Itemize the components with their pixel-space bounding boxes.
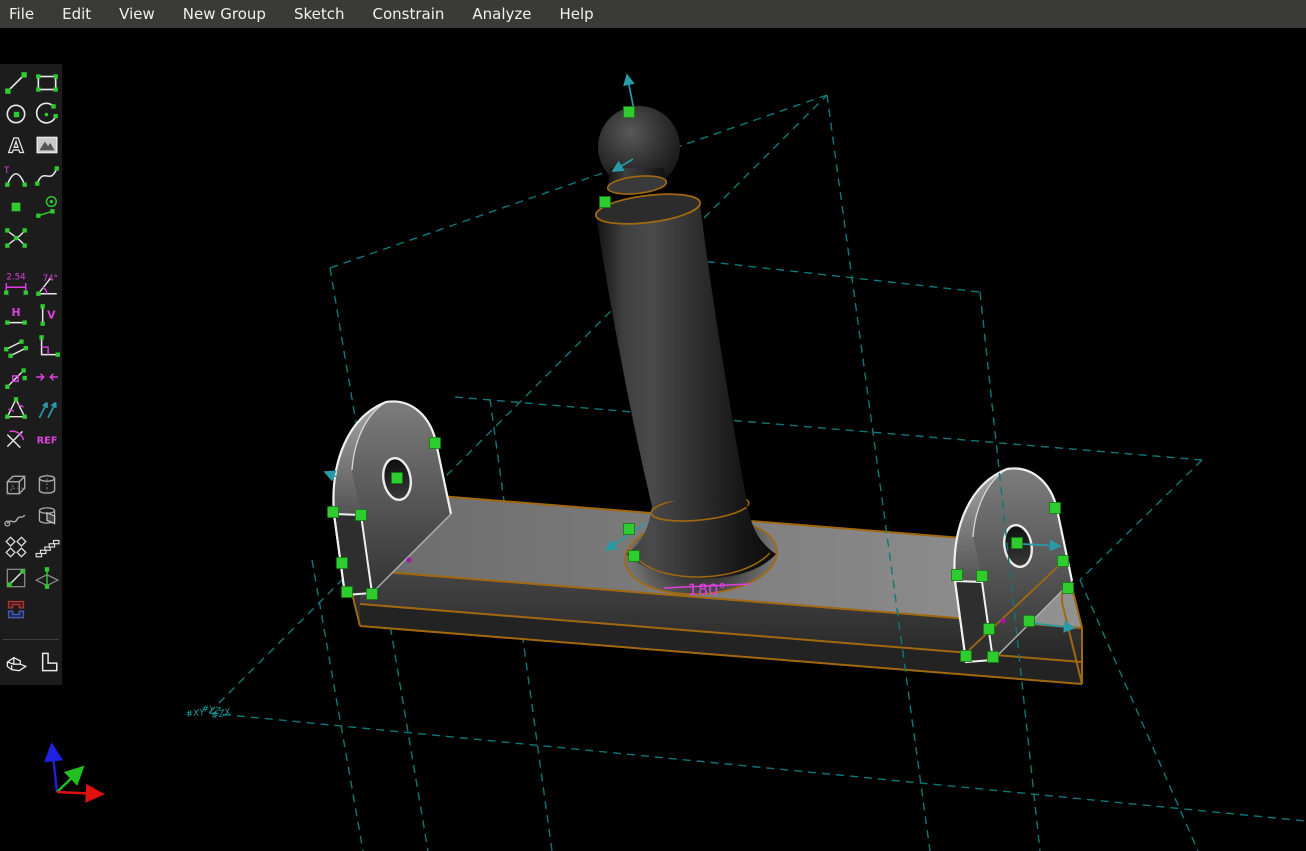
toolbar-divider xyxy=(3,639,59,640)
tool-angle-dimension[interactable]: 74° xyxy=(31,268,62,299)
angle-constraint-icon: 74° xyxy=(34,271,60,297)
tool-rectangle[interactable] xyxy=(31,67,62,98)
datum-point-tool-icon xyxy=(3,194,29,220)
tool-split-curves[interactable] xyxy=(0,222,31,253)
tool-nearest-ortho-view[interactable] xyxy=(31,646,62,677)
svg-text:180°: 180° xyxy=(688,580,727,599)
new-sketch-icon xyxy=(3,565,29,591)
sketch-tools-section: A T xyxy=(0,67,62,253)
tangent-arc-tool-icon: T xyxy=(3,163,29,189)
svg-text:V: V xyxy=(47,308,56,321)
svg-text:2.54: 2.54 xyxy=(6,272,26,282)
tool-same-orientation-constraint[interactable] xyxy=(31,392,62,423)
tool-equal-constraint[interactable] xyxy=(0,392,31,423)
arc-tool-icon xyxy=(34,101,60,127)
tool-perpendicular-constraint[interactable] xyxy=(31,330,62,361)
construction-point[interactable] xyxy=(1000,618,1005,623)
tool-image[interactable] xyxy=(31,129,62,160)
rotate-group-icon xyxy=(3,534,29,560)
y-axis-arrow xyxy=(57,769,81,792)
constraint-tools-section: 2.54 74° H V xyxy=(0,268,62,454)
tool-other-angle-constraint[interactable] xyxy=(0,423,31,454)
menu-analyze[interactable]: Analyze xyxy=(458,0,545,28)
svg-text:A: A xyxy=(8,134,23,157)
tool-arc[interactable] xyxy=(31,98,62,129)
tool-datum-point[interactable] xyxy=(0,191,31,222)
tool-point-on-line-constraint[interactable] xyxy=(0,361,31,392)
nearest-ortho-view-icon xyxy=(34,649,60,675)
svg-text:REF: REF xyxy=(36,435,57,446)
view-tools-section xyxy=(0,646,62,677)
plane-label-cluster: #XY #YZ #ZX xyxy=(185,704,233,722)
tool-revolve[interactable] xyxy=(31,500,62,531)
bezier-tool-icon xyxy=(34,163,60,189)
other-angle-constraint-icon xyxy=(3,426,29,452)
tool-reference-dimension[interactable]: REF xyxy=(31,423,62,454)
sketch-in-3d-icon xyxy=(34,565,60,591)
text-tool-icon: A xyxy=(3,132,29,158)
tool-translate[interactable] xyxy=(31,531,62,562)
menu-view[interactable]: View xyxy=(105,0,169,28)
menu-file[interactable]: File xyxy=(0,0,48,28)
menu-constrain[interactable]: Constrain xyxy=(358,0,458,28)
menu-edit[interactable]: Edit xyxy=(48,0,105,28)
tool-palette: A T xyxy=(0,64,62,685)
menu-sketch[interactable]: Sketch xyxy=(280,0,359,28)
3d-viewport[interactable]: #XY #YZ #ZX xyxy=(0,0,1306,851)
horizontal-constraint-icon: H xyxy=(3,302,29,328)
tool-distance-dimension[interactable]: 2.54 xyxy=(0,268,31,299)
z-axis-arrow xyxy=(52,747,57,792)
tool-tangent-arc[interactable]: T xyxy=(0,160,31,191)
vertical-constraint-icon: V xyxy=(34,302,60,328)
tool-horizontal-constraint[interactable]: H xyxy=(0,299,31,330)
menu-new-group[interactable]: New Group xyxy=(169,0,280,28)
circle-tool-icon xyxy=(3,101,29,127)
tool-bezier[interactable] xyxy=(31,160,62,191)
point-on-line-constraint-icon xyxy=(3,364,29,390)
image-tool-icon xyxy=(34,132,60,158)
rectangle-tool-icon xyxy=(34,70,60,96)
axis-triad xyxy=(52,747,100,794)
menu-help[interactable]: Help xyxy=(545,0,607,28)
tool-vertical-constraint[interactable]: V xyxy=(31,299,62,330)
tool-new-sketch[interactable] xyxy=(0,562,31,593)
tool-extrude[interactable] xyxy=(0,469,31,500)
nearest-iso-view-icon xyxy=(3,649,29,675)
tool-text[interactable]: A xyxy=(0,129,31,160)
equal-constraint-icon xyxy=(3,395,29,421)
tool-helix[interactable] xyxy=(0,500,31,531)
post-shaft xyxy=(596,200,748,508)
group-tools-section xyxy=(0,469,62,624)
tool-sketch-in-3d[interactable] xyxy=(31,562,62,593)
tool-construction[interactable] xyxy=(31,191,62,222)
tool-link-assemble[interactable] xyxy=(0,593,31,624)
x-axis-arrow xyxy=(57,792,100,794)
construction-tool-icon xyxy=(34,194,60,220)
revolve-group-icon xyxy=(34,503,60,529)
tool-line-segment[interactable] xyxy=(0,67,31,98)
tool-symmetric-constraint[interactable] xyxy=(31,361,62,392)
parallel-constraint-icon xyxy=(3,333,29,359)
distance-constraint-icon: 2.54 xyxy=(3,271,29,297)
helix-group-icon xyxy=(3,503,29,529)
same-orientation-constraint-icon xyxy=(34,395,60,421)
svg-text:T: T xyxy=(3,165,10,175)
tool-nearest-iso-view[interactable] xyxy=(0,646,31,677)
link-group-icon xyxy=(3,596,29,622)
split-curves-tool-icon xyxy=(3,225,29,251)
line-tool-icon xyxy=(3,70,29,96)
extrude-group-icon xyxy=(3,472,29,498)
tool-circle[interactable] xyxy=(0,98,31,129)
perpendicular-constraint-icon xyxy=(34,333,60,359)
tool-rotate[interactable] xyxy=(0,531,31,562)
symmetric-constraint-icon xyxy=(34,364,60,390)
lathe-group-icon xyxy=(34,472,60,498)
svg-text:H: H xyxy=(11,306,20,319)
tool-parallel-constraint[interactable] xyxy=(0,330,31,361)
translate-group-icon xyxy=(34,534,60,560)
tool-lathe[interactable] xyxy=(31,469,62,500)
menu-bar: File Edit View New Group Sketch Constrai… xyxy=(0,0,1306,28)
construction-point[interactable] xyxy=(406,557,411,562)
reference-dimension-icon: REF xyxy=(34,426,60,452)
